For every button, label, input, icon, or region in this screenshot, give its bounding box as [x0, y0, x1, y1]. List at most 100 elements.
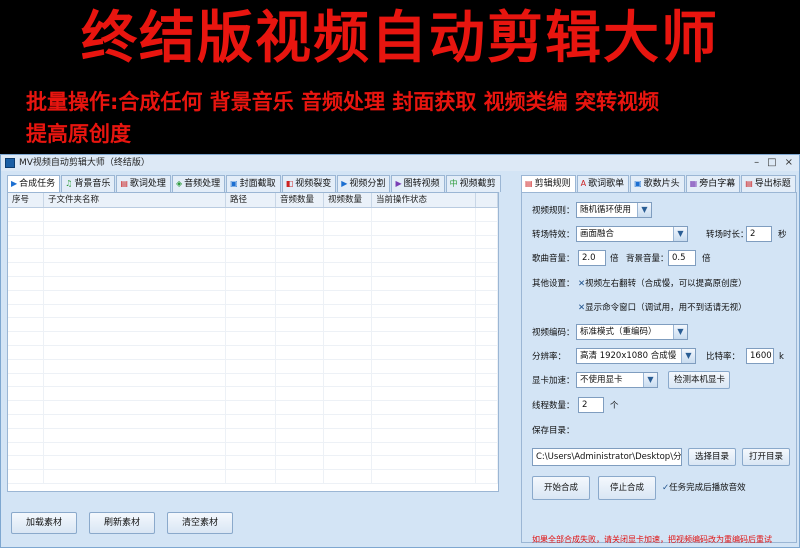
tab-compose-task[interactable]: ▶ 合成任务 [7, 175, 61, 192]
table-cell [276, 359, 324, 373]
tab-audio[interactable]: ◈ 音频处理 [171, 175, 226, 192]
table-cell [44, 235, 226, 249]
encode-value: 标准模式（重编码） [580, 327, 657, 337]
table-cell [226, 208, 276, 221]
table-cell [44, 456, 226, 470]
promo-banner: 终结版视频自动剪辑大师 批量操作:合成任何 背景音乐 音频处理 封面获取 视频类… [0, 0, 800, 154]
video-rule-select[interactable]: 随机循环使用 ▼ [576, 202, 652, 218]
table-cell [476, 345, 498, 359]
table-cell [372, 359, 476, 373]
bitrate-unit: k [779, 352, 784, 362]
video-rule-value: 随机循环使用 [580, 205, 632, 215]
table-cell [44, 249, 226, 263]
clear-material-button[interactable]: 清空素材 [167, 512, 233, 534]
song-volume-input[interactable]: 2.0 [578, 250, 606, 266]
table-cell [8, 428, 44, 442]
stop-compose-button[interactable]: 停止合成 [598, 476, 656, 500]
table-cell [276, 401, 324, 414]
threads-label: 线程数量： [532, 401, 575, 411]
table-cell [226, 332, 276, 345]
material-table[interactable]: 序号 子文件夹名称 路径 音频数量 视频数量 当前操作状态 [7, 192, 499, 492]
image-icon: ▣ [634, 179, 642, 188]
bitrate-input[interactable]: 1600 [746, 348, 774, 364]
table-cell [276, 373, 324, 387]
start-compose-button[interactable]: 开始合成 [532, 476, 590, 500]
tab-label: 视频分割 [349, 179, 386, 189]
table-cell [8, 456, 44, 470]
tab-lyrics[interactable]: ▤ 歌词处理 [116, 175, 171, 192]
table-cell [44, 414, 226, 428]
column-header [476, 193, 498, 207]
tab-label: 封面截取 [239, 179, 276, 189]
table-cell [8, 414, 44, 428]
tab-video-fission[interactable]: ◧ 视频裂变 [281, 175, 337, 192]
column-header[interactable]: 当前操作状态 [372, 193, 476, 207]
cmd-window-checkbox[interactable]: ✕显示命令窗口（调试用，用不到话请无视） [578, 302, 747, 314]
encode-select[interactable]: 标准模式（重编码） ▼ [576, 324, 688, 340]
threads-input[interactable]: 2 [578, 397, 604, 413]
tab-lyrics-list[interactable]: A 歌词歌单 [576, 175, 630, 192]
tab-label: 图转视频 [403, 179, 440, 189]
table-cell [372, 332, 476, 345]
choose-dir-button[interactable]: 选择目录 [688, 448, 736, 466]
transition-select[interactable]: 画面融合 ▼ [576, 226, 688, 242]
table-cell [476, 290, 498, 304]
table-cell [226, 456, 276, 470]
resolution-value: 高清 1920x1080 合成慢 [580, 351, 677, 361]
tab-edit-rules[interactable]: ▤ 剪辑规则 [521, 175, 576, 192]
column-header[interactable]: 音频数量 [276, 193, 324, 207]
flip-checkbox[interactable]: ✕视频左右翻转（合成慢，可以提高原创度） [578, 278, 747, 290]
encode-label: 视频编码： [532, 328, 575, 338]
table-cell [372, 442, 476, 456]
resolution-select[interactable]: 高清 1920x1080 合成慢 ▼ [576, 348, 696, 364]
table-cell [8, 208, 44, 221]
table-cell [372, 318, 476, 332]
tab-export-title[interactable]: ▤ 导出标题 [741, 175, 796, 192]
close-icon[interactable]: × [785, 155, 793, 170]
tab-label: 音频处理 [184, 179, 221, 189]
column-header[interactable]: 路径 [226, 193, 276, 207]
table-cell [44, 276, 226, 290]
table-cell [276, 208, 324, 221]
app-window: MV视频自动剪辑大师（终结版） – □ × ▶ 合成任务 ♫ 背景音乐 ▤ 歌词处理 … [0, 154, 800, 548]
audio-icon: ◈ [175, 179, 183, 188]
open-dir-button[interactable]: 打开目录 [742, 448, 790, 466]
table-cell [44, 208, 226, 221]
save-dir-input[interactable]: C:\Users\Administrator\Desktop\分 [532, 448, 682, 466]
refresh-material-button[interactable]: 刷新素材 [89, 512, 155, 534]
table-row [8, 414, 498, 429]
minimize-icon[interactable]: – [754, 155, 759, 170]
load-material-button[interactable]: 加载素材 [11, 512, 77, 534]
table-cell [372, 414, 476, 428]
tab-cover[interactable]: ▣ 封面截取 [226, 175, 281, 192]
table-cell [276, 276, 324, 290]
tab-image-to-video[interactable]: ▶ 图转视频 [391, 175, 445, 192]
maximize-icon[interactable]: □ [767, 155, 776, 170]
table-cell [476, 263, 498, 276]
table-row [8, 359, 498, 374]
column-header[interactable]: 序号 [8, 193, 44, 207]
other-settings-label: 其他设置： [532, 279, 575, 289]
tab-video-trim[interactable]: 中视频截剪 [445, 175, 501, 192]
tab-video-split[interactable]: ▶ 视频分割 [337, 175, 391, 192]
tab-background-music[interactable]: ♫ 背景音乐 [61, 175, 116, 192]
gpu-select[interactable]: 不使用显卡 ▼ [576, 372, 658, 388]
column-header[interactable]: 视频数量 [324, 193, 372, 207]
table-cell [324, 470, 372, 483]
table-cell [324, 456, 372, 470]
subtitle-icon: ▦ [689, 179, 698, 188]
tab-song-intro[interactable]: ▣ 歌数片头 [630, 175, 685, 192]
column-header[interactable]: 子文件夹名称 [44, 193, 226, 207]
transition-time-input[interactable]: 2 [746, 226, 772, 242]
app-icon [5, 158, 15, 168]
done-sound-checkbox[interactable]: ✓任务完成后播放音效 [662, 482, 746, 494]
tab-narration-subtitle[interactable]: ▦ 旁白字幕 [685, 175, 741, 192]
rules-icon: ▤ [525, 179, 533, 188]
bg-volume-input[interactable]: 0.5 [668, 250, 696, 266]
detect-gpu-button[interactable]: 检测本机显卡 [668, 371, 730, 389]
table-row [8, 304, 498, 319]
table-cell [476, 249, 498, 263]
table-cell [8, 470, 44, 483]
table-cell [226, 401, 276, 414]
table-cell [276, 235, 324, 249]
